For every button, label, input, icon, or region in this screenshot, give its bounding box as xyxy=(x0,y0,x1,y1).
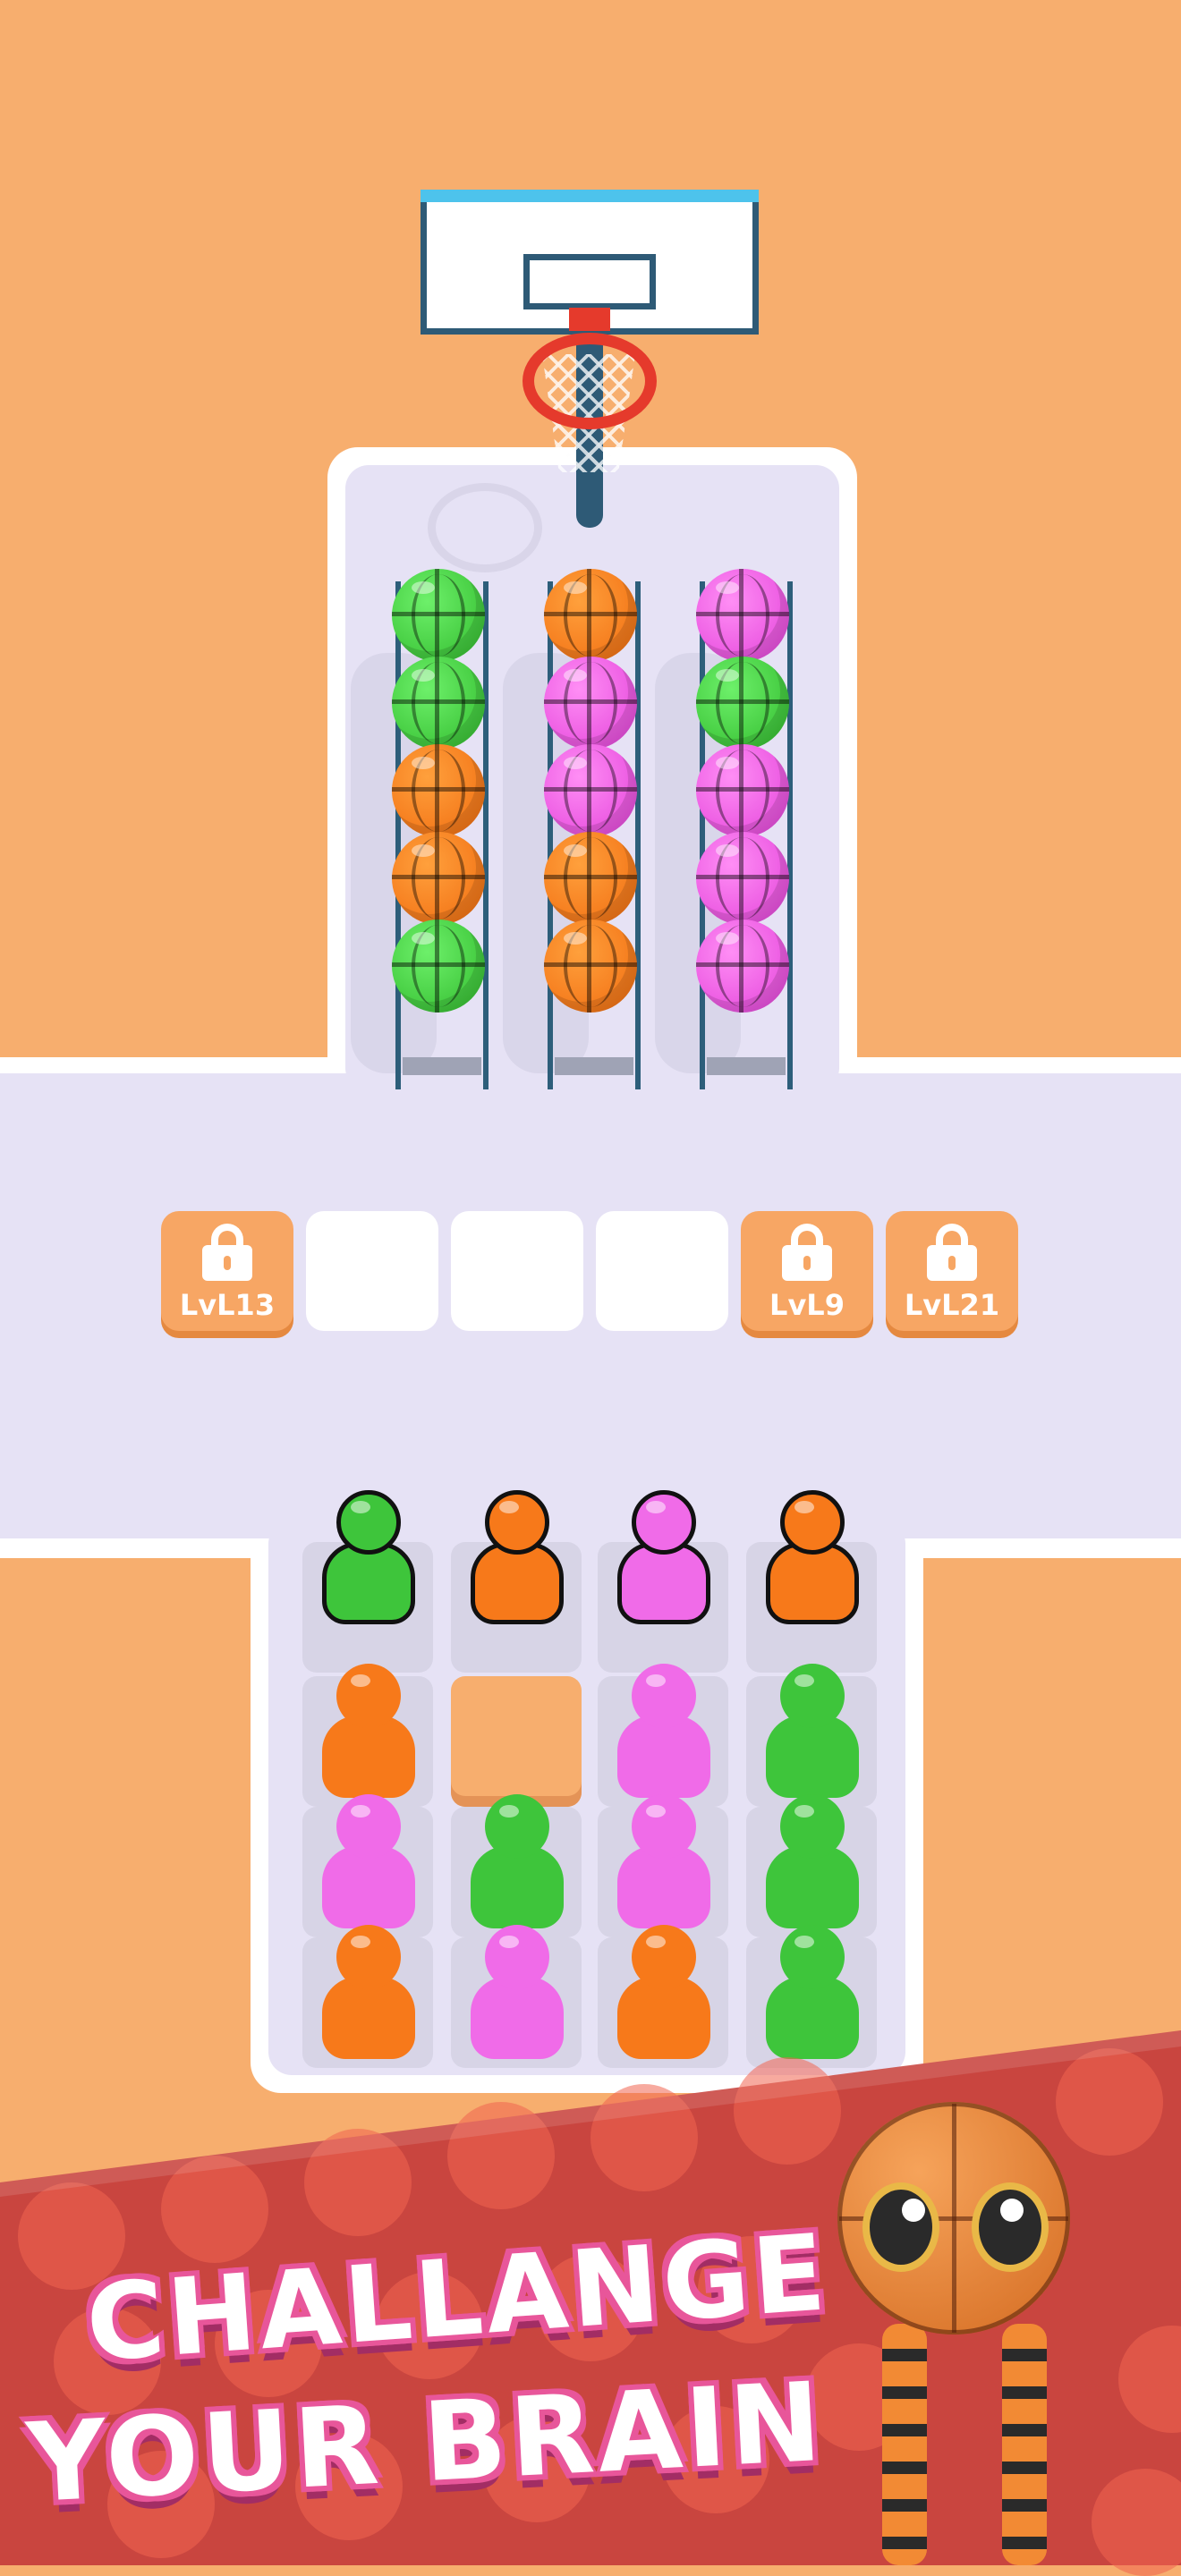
orange-person xyxy=(601,1925,726,2064)
mascot-eye-right xyxy=(972,2182,1049,2272)
green-ball xyxy=(392,569,485,662)
locked-slot[interactable]: LvL13 xyxy=(161,1211,293,1331)
mascot-eye-left xyxy=(862,2182,939,2272)
orange-ball xyxy=(544,919,637,1013)
background-ball xyxy=(734,2057,841,2165)
pink-ball xyxy=(696,832,789,925)
locked-slot[interactable]: LvL9 xyxy=(741,1211,873,1331)
locked-slot[interactable]: LvL21 xyxy=(886,1211,1018,1331)
empty-slot xyxy=(306,1211,438,1331)
empty-slot xyxy=(596,1211,728,1331)
orange-ball xyxy=(544,832,637,925)
hoop-rim xyxy=(523,333,657,429)
pink-person xyxy=(601,1794,726,1934)
slot-level-label: LvL9 xyxy=(769,1288,845,1322)
orange-ball xyxy=(392,744,485,837)
orange-person xyxy=(306,1664,431,1803)
green-person xyxy=(750,1925,875,2064)
slot-level-label: LvL13 xyxy=(179,1288,276,1322)
slot-level-label: LvL21 xyxy=(904,1288,1000,1322)
pink-ball xyxy=(696,744,789,837)
orange-ball xyxy=(392,832,485,925)
green-person xyxy=(750,1794,875,1934)
green-ball xyxy=(392,919,485,1013)
green-person xyxy=(750,1664,875,1803)
pink-person xyxy=(306,1794,431,1934)
pink-ball xyxy=(696,569,789,662)
pink-ball xyxy=(696,919,789,1013)
green-ball xyxy=(392,657,485,750)
green-ball xyxy=(696,657,789,750)
pink-person xyxy=(455,1925,580,2064)
empty-cell xyxy=(451,1676,582,1807)
pink-ball xyxy=(544,744,637,837)
orange-person[interactable] xyxy=(455,1490,580,1630)
orange-ball xyxy=(544,569,637,662)
background-ball xyxy=(1056,2048,1163,2156)
pink-person xyxy=(601,1664,726,1803)
pink-ball xyxy=(544,657,637,750)
green-person xyxy=(455,1794,580,1934)
orange-person xyxy=(306,1925,431,2064)
green-person[interactable] xyxy=(306,1490,431,1630)
ghost-hoop xyxy=(428,483,542,572)
empty-slot xyxy=(451,1211,583,1331)
orange-person[interactable] xyxy=(750,1490,875,1630)
pink-person[interactable] xyxy=(601,1490,726,1630)
